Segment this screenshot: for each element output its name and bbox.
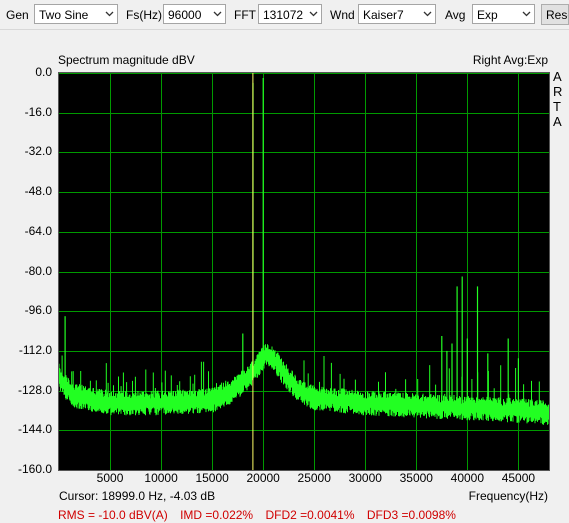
spectrum-plot[interactable] — [58, 72, 550, 471]
y-tick-label: -64.0 — [24, 223, 52, 238]
arta-logo-letter: T — [553, 99, 561, 114]
y-tick-label: 0.0 — [35, 65, 52, 79]
x-tick-label: 5000 — [96, 471, 124, 485]
generator-value: Two Sine — [39, 8, 89, 22]
window-select[interactable]: Kaiser7 — [358, 4, 436, 24]
arta-logo-letter: A — [553, 114, 562, 129]
y-tick-label: -128.0 — [17, 382, 52, 397]
x-tick-label: 30000 — [348, 471, 382, 485]
sample-rate-value: 96000 — [168, 8, 202, 22]
y-tick-label: -144.0 — [17, 422, 52, 437]
fft-size-value: 131072 — [263, 8, 304, 22]
averaging-value: Exp — [477, 8, 498, 22]
dfd3-value: DFD3 =0.0098% — [366, 508, 456, 522]
x-tick-label: 10000 — [144, 471, 178, 485]
chevron-down-icon — [209, 5, 225, 23]
spectrum-chart-svg[interactable] — [59, 73, 549, 470]
y-tick-label: -16.0 — [24, 104, 52, 119]
arta-logo-letter: R — [553, 84, 563, 99]
gen-label: Gen — [6, 8, 29, 22]
fs-label: Fs(Hz) — [126, 8, 162, 22]
cursor-readout: Cursor: 18999.0 Hz, -4.03 dB — [59, 489, 216, 503]
stats-bar: RMS = -10.0 dBV(A) IMD =0.022% DFD2 =0.0… — [58, 508, 465, 522]
fft-label: FFT — [234, 8, 256, 22]
wnd-label: Wnd — [330, 8, 355, 22]
toolbar: Gen Two Sine Fs(Hz) 96000 FFT 131072 Wnd… — [0, 0, 569, 30]
chevron-down-icon — [101, 5, 117, 23]
spectrum-panel: Spectrum magnitude dBV Right Avg:Exp A R… — [0, 30, 569, 523]
dfd2-value: DFD2 =0.0041% — [265, 508, 355, 522]
chart-title: Spectrum magnitude dBV — [58, 53, 195, 67]
x-tick-label: 20000 — [246, 471, 280, 485]
sample-rate-select[interactable]: 96000 — [163, 4, 226, 24]
x-tick-label: 45000 — [501, 471, 536, 485]
y-tick-label: -48.0 — [24, 184, 52, 199]
x-tick-label: 15000 — [195, 471, 229, 485]
window-value: Kaiser7 — [363, 8, 404, 22]
x-tick-label: 40000 — [450, 471, 485, 485]
x-axis-label: Frequency(Hz) — [468, 489, 548, 503]
generator-select[interactable]: Two Sine — [34, 4, 118, 24]
y-tick-label: -80.0 — [24, 263, 52, 278]
chevron-down-icon — [305, 5, 321, 23]
avg-label: Avg — [445, 8, 466, 22]
averaging-select[interactable]: Exp — [472, 4, 535, 24]
fft-size-select[interactable]: 131072 — [258, 4, 322, 24]
x-tick-label: 35000 — [399, 471, 433, 485]
reset-button[interactable]: Rese — [541, 4, 569, 25]
rms-value: RMS = -10.0 dBV(A) — [58, 508, 168, 522]
averaging-info: Right Avg:Exp — [472, 53, 548, 67]
chevron-down-icon — [518, 5, 534, 23]
arta-logo-letter: A — [553, 69, 562, 84]
reset-label: Rese — [546, 8, 568, 22]
x-tick-label: 25000 — [297, 471, 331, 485]
y-tick-label: -112.0 — [18, 342, 52, 357]
y-tick-label: -160.0 — [17, 462, 52, 476]
chevron-down-icon — [419, 5, 435, 23]
y-tick-label: -32.0 — [24, 144, 52, 159]
imd-value: IMD =0.022% — [180, 508, 254, 522]
y-tick-label: -96.0 — [24, 303, 52, 318]
